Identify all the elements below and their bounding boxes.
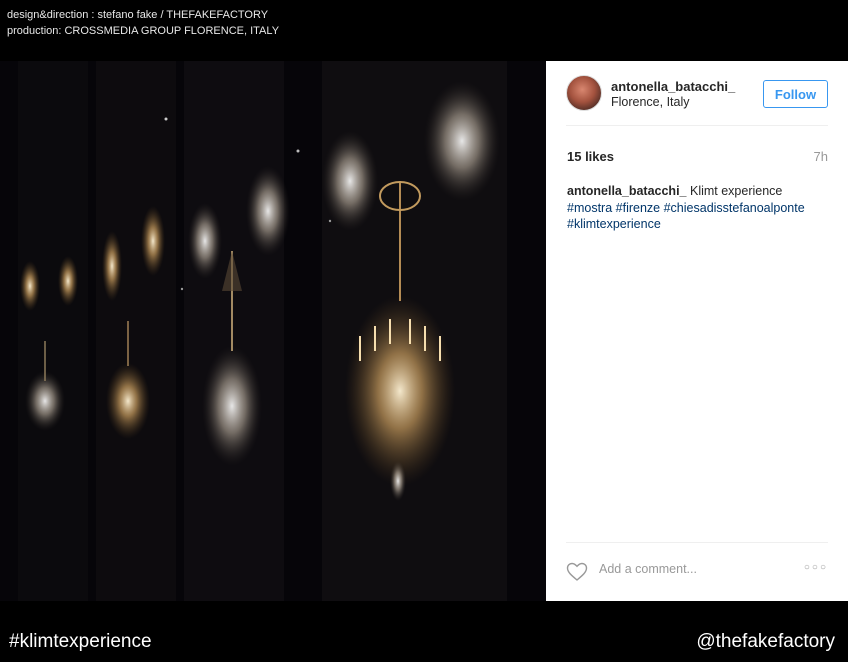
caption-text: Klimt experience — [689, 184, 783, 198]
follow-button[interactable]: Follow — [763, 80, 828, 108]
hashtag-link[interactable]: #klimtexperience — [567, 217, 661, 231]
credits-production: production: CROSSMEDIA GROUP FLORENCE, I… — [7, 25, 280, 37]
more-dots-icon[interactable]: ○○○ — [804, 562, 828, 573]
header-divider — [566, 125, 828, 126]
heart-icon[interactable] — [566, 562, 588, 582]
caption-username[interactable]: antonella_batacchi_ — [567, 184, 687, 198]
post-caption: antonella_batacchi_ Klimt experience #mo… — [567, 183, 829, 233]
hashtag-link[interactable]: #chiesadisstefanoalponte — [664, 201, 805, 215]
post-time: 7h — [813, 149, 828, 164]
hashtag-link[interactable]: #mostra — [567, 201, 612, 215]
likes-count[interactable]: 15 likes — [567, 149, 614, 164]
credits: design&direction : stefano fake / THEFAK… — [7, 7, 279, 39]
credits-direction: design&direction : stefano fake / THEFAK… — [7, 9, 269, 21]
hashtag-link[interactable]: #firenze — [616, 201, 660, 215]
location-link[interactable]: Florence, Italy — [611, 95, 690, 109]
footer-handle: @thefakefactory — [696, 631, 835, 652]
comment-divider — [566, 542, 828, 543]
comment-bar: Add a comment... ○○○ — [546, 551, 848, 591]
chandeliers-image — [0, 61, 546, 601]
avatar[interactable] — [566, 75, 602, 111]
comment-input[interactable]: Add a comment... — [599, 562, 697, 576]
post-header: antonella_batacchi_ Florence, Italy Foll… — [546, 61, 848, 125]
footer-hashtag: #klimtexperience — [9, 631, 152, 652]
post-sidebar: antonella_batacchi_ Florence, Italy Foll… — [546, 61, 848, 601]
post-photo[interactable] — [0, 61, 546, 601]
username-link[interactable]: antonella_batacchi_ — [611, 79, 735, 94]
